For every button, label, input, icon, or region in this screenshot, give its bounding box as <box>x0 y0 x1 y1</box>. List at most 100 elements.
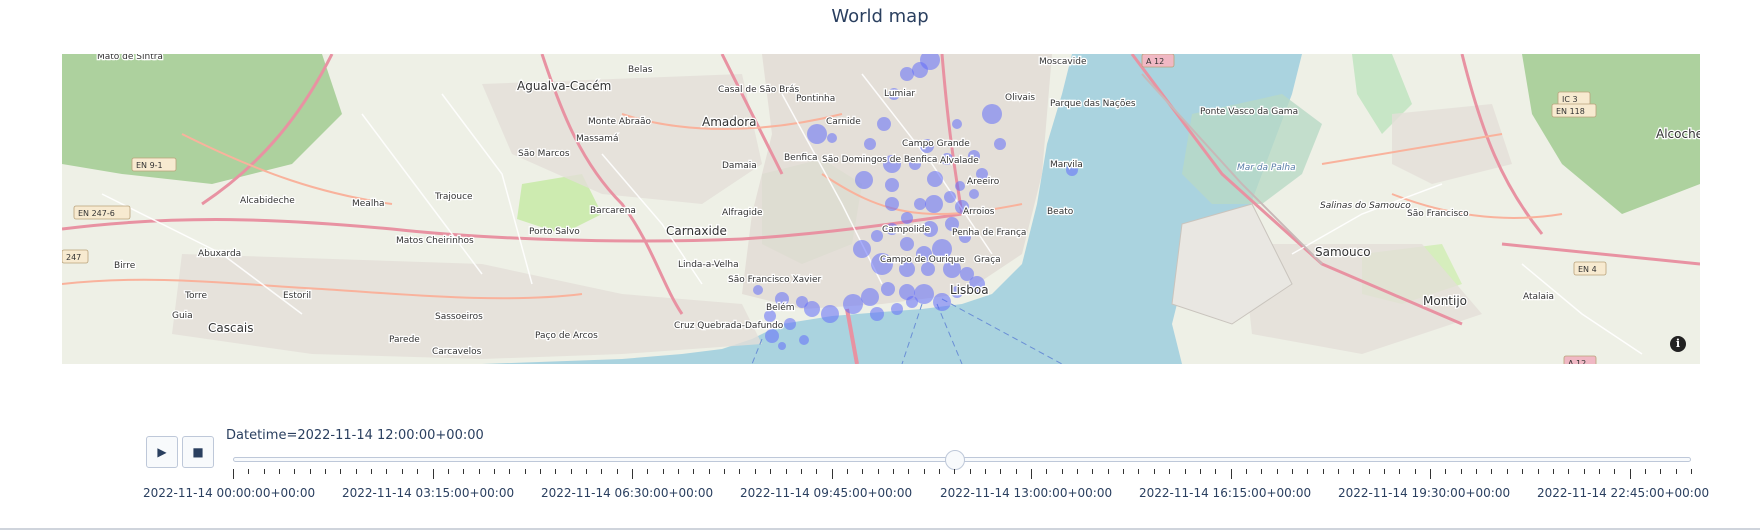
map-bubble[interactable] <box>912 62 928 78</box>
map-bubble[interactable] <box>864 138 876 150</box>
play-button[interactable]: ▶ <box>146 436 178 468</box>
place-label: Guia <box>172 311 193 321</box>
minor-tick <box>1276 469 1278 474</box>
slider-ticks <box>0 469 1760 483</box>
map-bubble[interactable] <box>927 171 943 187</box>
place-label: Paço de Arcos <box>535 331 598 341</box>
minor-tick <box>371 469 373 474</box>
map-bubble[interactable] <box>952 119 962 129</box>
map-bubble[interactable] <box>891 303 903 315</box>
map-bubble[interactable] <box>807 124 827 144</box>
map-bubble[interactable] <box>796 296 808 308</box>
minor-tick <box>417 469 419 474</box>
minor-tick <box>1644 469 1646 474</box>
map-bubble[interactable] <box>799 335 809 345</box>
place-label: Marvila <box>1050 160 1083 170</box>
minor-tick <box>585 469 587 474</box>
minor-tick <box>1614 469 1616 474</box>
map-bubble[interactable] <box>827 133 837 143</box>
minor-tick <box>539 469 541 474</box>
map-bubble[interactable] <box>933 293 951 311</box>
place-label: Monte Abraão <box>588 117 652 127</box>
place-label: Lumiar <box>884 89 915 99</box>
map-bubble[interactable] <box>901 212 913 224</box>
road-shield: EN 9-1 <box>131 157 177 172</box>
major-tick <box>1629 469 1631 479</box>
map-bubble[interactable] <box>900 67 914 81</box>
play-icon: ▶ <box>157 445 167 459</box>
road-shield: IC 3 <box>1557 91 1591 106</box>
major-tick <box>632 469 634 479</box>
place-label: Lisboa <box>950 283 989 297</box>
map-bubble[interactable] <box>885 178 899 192</box>
map-bubble[interactable] <box>982 104 1002 124</box>
minor-tick <box>309 469 311 474</box>
road-shield: EN 247-6 <box>73 205 131 220</box>
place-label: Graça <box>974 255 1001 265</box>
slider-tick-label: 2022-11-14 22:45:00+00:00 <box>1537 486 1710 500</box>
minor-tick <box>1460 469 1462 474</box>
map-bubble[interactable] <box>914 198 926 210</box>
place-label: Mato de Sintra <box>97 54 163 62</box>
map-bubble[interactable] <box>969 189 979 199</box>
map-bubble[interactable] <box>944 191 956 203</box>
minor-tick <box>985 469 987 474</box>
place-label: Parede <box>389 335 420 345</box>
map-view[interactable]: Belas Moscavide Agualva-Cacém Casal de São … <box>62 54 1700 364</box>
map-bubble[interactable] <box>870 307 884 321</box>
map-canvas[interactable]: Belas Moscavide Agualva-Cacém Casal de São … <box>62 54 1700 364</box>
minor-tick <box>463 469 465 474</box>
map-bubble[interactable] <box>885 197 899 211</box>
minor-tick <box>1399 469 1401 474</box>
minor-tick <box>1414 469 1416 474</box>
map-bubble[interactable] <box>906 296 918 308</box>
place-label: Atalaia <box>1523 292 1554 302</box>
minor-tick <box>1153 469 1155 474</box>
place-label: Abuxarda <box>198 249 241 259</box>
minor-tick <box>340 469 342 474</box>
map-bubble[interactable] <box>881 282 895 296</box>
slider-tick-label: 2022-11-14 09:45:00+00:00 <box>740 486 913 500</box>
place-label: Alvalade <box>940 156 979 166</box>
road-shield: EN 4 <box>1573 261 1607 276</box>
map-bubble[interactable] <box>900 237 914 251</box>
road-shield: A 12 <box>1141 54 1175 68</box>
minor-tick <box>1568 469 1570 474</box>
minor-tick <box>294 469 296 474</box>
map-bubble[interactable] <box>821 305 839 323</box>
minor-tick <box>954 469 956 474</box>
place-label: Campo de Ourique <box>880 255 965 265</box>
map-bubble[interactable] <box>784 318 796 330</box>
minor-tick <box>279 469 281 474</box>
major-tick <box>432 469 434 479</box>
map-bubble[interactable] <box>753 285 763 295</box>
map-bubble[interactable] <box>994 138 1006 150</box>
stop-icon: ■ <box>192 445 204 459</box>
minor-tick <box>386 469 388 474</box>
road-shield-label: A 12 <box>1146 57 1164 66</box>
map-bubble[interactable] <box>955 181 965 191</box>
place-label: Beato <box>1047 207 1074 217</box>
minor-tick <box>1215 469 1217 474</box>
map-bubble[interactable] <box>853 240 871 258</box>
minor-tick <box>1660 469 1662 474</box>
map-bubble[interactable] <box>925 195 943 213</box>
slider-handle[interactable] <box>945 450 965 470</box>
minor-tick <box>877 469 879 474</box>
map-bubble[interactable] <box>843 294 863 314</box>
map-bubble[interactable] <box>861 288 879 306</box>
minor-tick <box>1353 469 1355 474</box>
place-label: Alcabideche <box>240 196 295 206</box>
minor-tick <box>1445 469 1447 474</box>
map-bubble[interactable] <box>855 171 873 189</box>
map-bubble[interactable] <box>877 117 891 131</box>
stop-button[interactable]: ■ <box>182 436 214 468</box>
map-bubble[interactable] <box>778 342 786 350</box>
place-label: Carnide <box>826 117 861 127</box>
map-bubble[interactable] <box>765 329 779 343</box>
minor-tick <box>1522 469 1524 474</box>
major-tick <box>233 469 234 479</box>
minor-tick <box>1537 469 1539 474</box>
minor-tick <box>785 469 787 474</box>
info-icon[interactable]: i <box>1670 336 1686 352</box>
